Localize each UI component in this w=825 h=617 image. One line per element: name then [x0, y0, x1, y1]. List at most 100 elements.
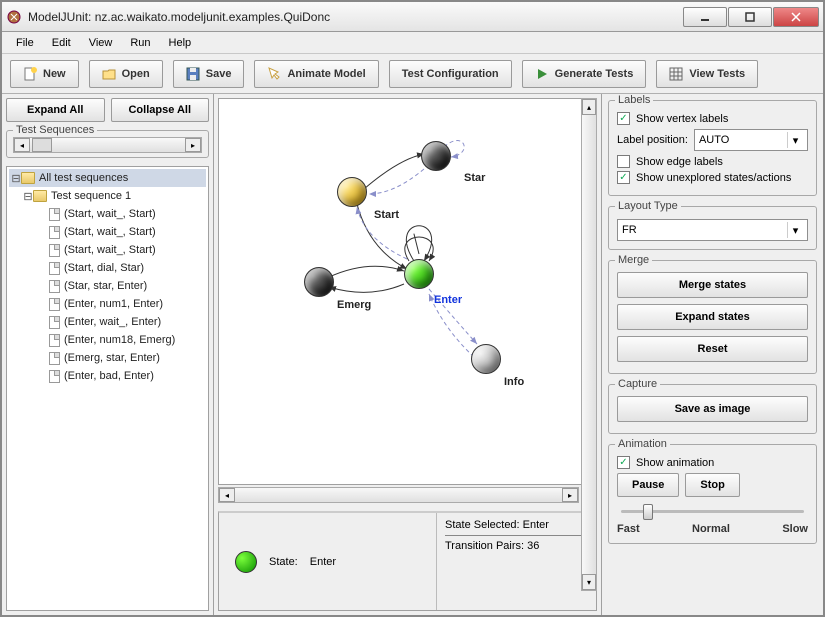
capture-title: Capture	[615, 378, 660, 390]
state-node-start[interactable]	[337, 177, 367, 207]
test-sequence-tree[interactable]: ⊟ All test sequences ⊟ Test sequence 1 (…	[6, 166, 209, 611]
chevron-down-icon: ▾	[787, 132, 803, 148]
node-label-star: Star	[464, 172, 485, 184]
file-icon	[49, 280, 60, 293]
menu-view[interactable]: View	[81, 35, 121, 51]
state-node-emerg[interactable]	[304, 267, 334, 297]
slider-normal-label: Normal	[692, 523, 730, 535]
test-configuration-button[interactable]: Test Configuration	[389, 60, 512, 88]
file-icon	[49, 352, 60, 365]
labels-group-title: Labels	[615, 94, 653, 106]
view-tests-button[interactable]: View Tests	[656, 60, 758, 88]
titlebar: ModelJUnit: nz.ac.waikato.modeljunit.exa…	[2, 2, 823, 32]
menu-help[interactable]: Help	[161, 35, 200, 51]
animate-model-button[interactable]: Animate Model	[254, 60, 378, 88]
file-icon	[49, 208, 60, 221]
show-unexplored-checkbox[interactable]: ✓	[617, 171, 630, 184]
folder-icon	[21, 172, 35, 184]
graph-horizontal-scrollbar[interactable]: ◂ ▸	[218, 487, 579, 503]
scroll-down-icon[interactable]: ▾	[582, 574, 596, 590]
save-as-image-button[interactable]: Save as image	[617, 396, 808, 422]
open-icon	[102, 67, 116, 81]
scroll-left-icon[interactable]: ◂	[219, 488, 235, 502]
layout-type-select[interactable]: FR ▾	[617, 219, 808, 241]
scroll-left-icon[interactable]: ◂	[14, 138, 30, 152]
graph-vertical-scrollbar[interactable]: ▴ ▾	[581, 98, 597, 591]
maximize-button[interactable]	[728, 7, 772, 27]
close-button[interactable]	[773, 7, 819, 27]
layout-type-group: Layout Type FR ▾	[608, 206, 817, 250]
scroll-up-icon[interactable]: ▴	[582, 99, 596, 115]
chevron-down-icon: ▾	[787, 222, 803, 238]
open-button[interactable]: Open	[89, 60, 163, 88]
toolbar: New Open Save Animate Model Test Configu…	[2, 54, 823, 94]
tree-toggle-icon[interactable]: ⊟	[23, 190, 33, 203]
show-animation-checkbox[interactable]: ✓	[617, 456, 630, 469]
tree-sequence-label: Test sequence 1	[51, 190, 131, 202]
tree-toggle-icon[interactable]: ⊟	[11, 172, 21, 185]
reset-button[interactable]: Reset	[617, 336, 808, 362]
collapse-all-button[interactable]: Collapse All	[111, 98, 210, 122]
tree-item[interactable]: (Enter, bad, Enter)	[9, 367, 206, 385]
labels-group: Labels ✓ Show vertex labels Label positi…	[608, 100, 817, 196]
scroll-right-icon[interactable]: ▸	[185, 138, 201, 152]
status-panel: State: Enter State Selected: Enter Trans…	[218, 511, 597, 611]
play-icon	[535, 67, 549, 81]
tree-root-node[interactable]: ⊟ All test sequences	[9, 169, 206, 187]
menu-file[interactable]: File	[8, 35, 42, 51]
merge-states-button[interactable]: Merge states	[617, 272, 808, 298]
show-unexplored-row[interactable]: ✓ Show unexplored states/actions	[617, 171, 808, 184]
status-left: State: Enter	[219, 513, 436, 610]
test-sequences-label: Test Sequences	[13, 124, 97, 136]
test-sequences-scrollbar[interactable]: ◂ ▸	[13, 137, 202, 153]
tree-item[interactable]: (Enter, num18, Emerg)	[9, 331, 206, 349]
body-area: Expand All Collapse All Test Sequences ◂…	[2, 94, 823, 615]
scroll-thumb[interactable]	[32, 138, 52, 152]
stop-button[interactable]: Stop	[685, 473, 739, 497]
tree-item[interactable]: (Star, star, Enter)	[9, 277, 206, 295]
tree-item[interactable]: (Start, wait_, Start)	[9, 205, 206, 223]
divider	[445, 535, 588, 536]
graph-canvas[interactable]: Star Start Emerg Enter Info	[218, 98, 597, 485]
file-icon	[49, 298, 60, 311]
state-value: Enter	[310, 556, 336, 568]
animation-title: Animation	[615, 438, 670, 450]
label-position-label: Label position:	[617, 134, 688, 146]
minimize-button[interactable]	[683, 7, 727, 27]
expand-all-button[interactable]: Expand All	[6, 98, 105, 122]
label-position-select[interactable]: AUTO ▾	[694, 129, 808, 151]
expand-states-button[interactable]: Expand states	[617, 304, 808, 330]
cursor-icon	[267, 67, 281, 81]
show-animation-row[interactable]: ✓ Show animation	[617, 456, 808, 469]
left-panel: Expand All Collapse All Test Sequences ◂…	[2, 94, 214, 615]
tree-item[interactable]: (Start, wait_, Start)	[9, 223, 206, 241]
menu-edit[interactable]: Edit	[44, 35, 79, 51]
show-vertex-checkbox[interactable]: ✓	[617, 112, 630, 125]
show-edge-checkbox[interactable]	[617, 155, 630, 168]
slider-slow-label: Slow	[782, 523, 808, 535]
state-label: State:	[269, 556, 298, 568]
scroll-right-icon[interactable]: ▸	[562, 488, 578, 502]
save-button[interactable]: Save	[173, 60, 245, 88]
tree-item[interactable]: (Start, dial, Star)	[9, 259, 206, 277]
animation-speed-slider[interactable]	[617, 501, 808, 521]
tree-item[interactable]: (Start, wait_, Start)	[9, 241, 206, 259]
state-node-star[interactable]	[421, 141, 451, 171]
tree-item[interactable]: (Enter, wait_, Enter)	[9, 313, 206, 331]
node-label-enter: Enter	[434, 294, 462, 306]
show-edge-labels-row[interactable]: Show edge labels	[617, 155, 808, 168]
pause-button[interactable]: Pause	[617, 473, 679, 497]
slider-thumb[interactable]	[643, 504, 653, 520]
app-icon	[6, 9, 22, 25]
new-button[interactable]: New	[10, 60, 79, 88]
tree-item[interactable]: (Emerg, star, Enter)	[9, 349, 206, 367]
test-sequences-group: Test Sequences ◂ ▸	[6, 130, 209, 158]
menu-run[interactable]: Run	[122, 35, 158, 51]
tree-item[interactable]: (Enter, num1, Enter)	[9, 295, 206, 313]
show-vertex-labels-row[interactable]: ✓ Show vertex labels	[617, 112, 808, 125]
generate-tests-button[interactable]: Generate Tests	[522, 60, 647, 88]
tree-sequence-node[interactable]: ⊟ Test sequence 1	[9, 187, 206, 205]
app-window: ModelJUnit: nz.ac.waikato.modeljunit.exa…	[0, 0, 825, 617]
state-node-info[interactable]	[471, 344, 501, 374]
state-node-enter[interactable]	[404, 259, 434, 289]
